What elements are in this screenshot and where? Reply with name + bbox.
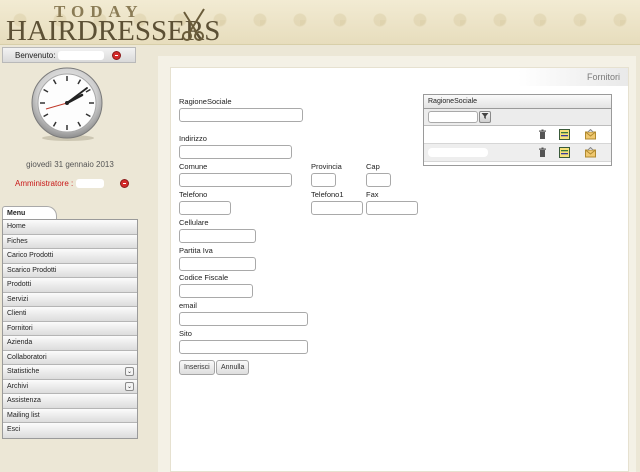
- sidebar-item-fiches[interactable]: Fiches: [3, 234, 137, 249]
- mail-icon[interactable]: [585, 129, 596, 140]
- cap-input[interactable]: [366, 173, 391, 187]
- sidebar-item-scarico-prodotti[interactable]: Scarico Prodotti: [3, 263, 137, 278]
- sidebar-item-label: Fornitori: [7, 324, 33, 332]
- sidebar-item-label: Scarico Prodotti: [7, 266, 57, 274]
- sidebar-item-azienda[interactable]: Azienda: [3, 336, 137, 351]
- telefono1-input[interactable]: [311, 201, 363, 215]
- table-row[interactable]: [424, 126, 611, 144]
- ragione-sociale-label: RagioneSociale: [179, 97, 232, 106]
- sidebar-item-assistenza[interactable]: Assistenza: [3, 394, 137, 409]
- fax-label: Fax: [366, 190, 379, 199]
- sidebar-item-collaboratori[interactable]: Collaboratori: [3, 350, 137, 365]
- trash-icon[interactable]: [537, 129, 548, 140]
- clock-icon: [31, 67, 103, 141]
- sidebar-item-mailing-list[interactable]: Mailing list: [3, 408, 137, 423]
- admin-label: Amministratore :: [15, 179, 74, 188]
- indirizzo-input[interactable]: [179, 145, 292, 159]
- sidebar-item-label: Carico Prodotti: [7, 252, 54, 259]
- fax-input[interactable]: [366, 201, 418, 215]
- welcome-label: Benvenuto:: [15, 50, 56, 60]
- chevron-down-icon[interactable]: ⌄: [125, 367, 134, 376]
- table-row[interactable]: [424, 144, 611, 162]
- funnel-icon[interactable]: [479, 111, 491, 123]
- sidebar-item-label: Servizi: [7, 295, 29, 303]
- username-field: [58, 50, 105, 60]
- grid-header-ragione-sociale[interactable]: RagioneSociale: [424, 95, 611, 109]
- cancel-button[interactable]: Annulla: [216, 360, 250, 375]
- sidebar-item-esci[interactable]: Esci: [3, 423, 137, 438]
- logout-icon[interactable]: [112, 50, 122, 60]
- codice-fiscale-label: Codice Fiscale: [179, 273, 229, 282]
- sidebar-item-label: Statistiche: [7, 368, 40, 375]
- partita-iva-label: Partita Iva: [179, 246, 213, 255]
- ragione-sociale-input[interactable]: [179, 108, 303, 122]
- provincia-label: Provincia: [311, 162, 342, 171]
- sidebar-item-label: Collaboratori: [7, 353, 47, 361]
- sidebar-item-home[interactable]: Home: [3, 220, 137, 235]
- welcome-bar: Benvenuto:: [2, 47, 136, 63]
- sidebar-item-label: Archivi: [7, 382, 29, 390]
- sito-input[interactable]: [179, 340, 308, 354]
- sidebar-item-carico-prodotti[interactable]: Carico Prodotti: [3, 249, 137, 264]
- sidebar-item-label: Home: [7, 223, 26, 230]
- sito-label: Sito: [179, 329, 192, 338]
- insert-button[interactable]: Inserisci: [179, 360, 215, 375]
- comune-label: Comune: [179, 162, 208, 171]
- provincia-input[interactable]: [311, 173, 336, 187]
- sidebar-item-prodotti[interactable]: Prodotti: [3, 278, 137, 293]
- suppliers-grid: RagioneSociale: [423, 94, 612, 166]
- sidebar-item-label: Prodotti: [7, 281, 32, 288]
- email-input[interactable]: [179, 312, 308, 326]
- header-banner: TODAY HAIRDRESSERS: [0, 0, 640, 47]
- telefono-input[interactable]: [179, 201, 231, 215]
- admin-logout-icon[interactable]: [120, 179, 130, 188]
- cellulare-label: Cellulare: [179, 218, 209, 227]
- email-label: email: [179, 301, 197, 310]
- telefono1-label: Telefono1: [311, 190, 344, 199]
- sidebar-item-label: Assistenza: [7, 397, 41, 404]
- cap-label: Cap: [366, 162, 380, 171]
- sidebar-item-label: Clienti: [7, 310, 27, 317]
- mail-icon[interactable]: [585, 147, 596, 158]
- logo: TODAY HAIRDRESSERS: [6, 2, 220, 47]
- comune-input[interactable]: [179, 173, 292, 187]
- sidebar-item-statistiche[interactable]: Statistiche ⌄: [3, 365, 137, 380]
- scissors-icon: [182, 8, 205, 41]
- admin-name-field: [76, 179, 105, 188]
- grid-filter-input[interactable]: [428, 111, 478, 123]
- sidebar-item-servizi[interactable]: Servizi: [3, 292, 137, 307]
- sidebar-item-fornitori[interactable]: Fornitori: [3, 321, 137, 336]
- sidebar-item-label: Mailing list: [7, 411, 40, 419]
- indirizzo-label: Indirizzo: [179, 134, 207, 143]
- chevron-down-icon[interactable]: ⌄: [125, 381, 134, 391]
- codice-fiscale-input[interactable]: [179, 284, 253, 298]
- edit-icon[interactable]: [559, 147, 570, 158]
- partita-iva-input[interactable]: [179, 257, 256, 271]
- edit-icon[interactable]: [559, 129, 570, 140]
- menu-tab[interactable]: Menu: [2, 206, 57, 219]
- sidebar-item-label: Azienda: [7, 339, 33, 346]
- grid-filter-row: [424, 109, 611, 126]
- trash-icon[interactable]: [537, 147, 548, 158]
- current-date: giovedì 31 gennaio 2013: [26, 160, 114, 169]
- grid-cell-name: [428, 148, 488, 157]
- sidebar-item-label: Fiches: [7, 237, 28, 245]
- telefono-label: Telefono: [179, 190, 208, 199]
- sidebar-item-clienti[interactable]: Clienti: [3, 307, 137, 322]
- cellulare-input[interactable]: [179, 229, 256, 243]
- sidebar-item-archivi[interactable]: Archivi ⌄: [3, 379, 137, 394]
- sidebar-item-label: Esci: [7, 426, 21, 433]
- panel-title: Fornitori: [518, 68, 628, 86]
- admin-bar: Amministratore :: [15, 179, 130, 188]
- sidebar-menu: Home Fiches Carico Prodotti Scarico Prodott…: [2, 219, 138, 439]
